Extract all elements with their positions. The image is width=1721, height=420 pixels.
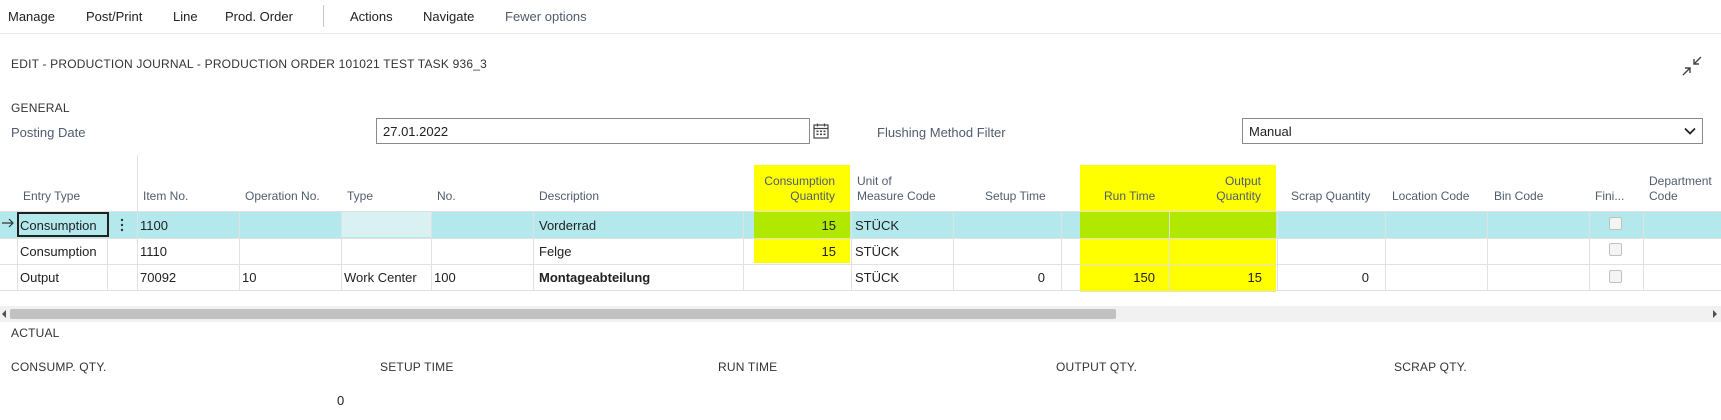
column-divider: [953, 212, 954, 290]
type-cell-shade: [342, 212, 432, 237]
cell-consumption-quantity[interactable]: 15: [760, 218, 836, 234]
flushing-method-filter-label: Flushing Method Filter: [877, 125, 1006, 140]
action-bar: Manage Post/Print Line Prod. Order Actio…: [0, 0, 1721, 34]
menu-post-print[interactable]: Post/Print: [86, 9, 142, 24]
output-qty-label: OUTPUT QTY.: [1056, 360, 1138, 374]
column-header-no[interactable]: No.: [437, 189, 456, 204]
scroll-right-icon[interactable]: [1711, 310, 1719, 318]
scroll-left-icon[interactable]: [0, 310, 8, 318]
cell-item-no[interactable]: 1110: [140, 244, 167, 260]
column-header-setup-time[interactable]: Setup Time: [985, 189, 1046, 204]
general-caption: GENERAL: [11, 101, 70, 115]
scrollbar-thumb[interactable]: [10, 309, 1116, 319]
flushing-method-filter-select[interactable]: [1242, 118, 1703, 144]
actual-caption: ACTUAL: [11, 326, 60, 340]
cell-unit-of-measure[interactable]: STÜCK: [855, 270, 899, 286]
menu-actions[interactable]: Actions: [350, 9, 393, 24]
cell-description[interactable]: Felge: [539, 244, 572, 260]
run-time-label: RUN TIME: [718, 360, 778, 374]
column-header-output-quantity[interactable]: Output Quantity: [1180, 174, 1261, 204]
column-header-run-time[interactable]: Run Time: [1104, 189, 1155, 204]
column-header-consumption-quantity-line2: Quantity: [790, 189, 835, 203]
column-header-finished[interactable]: Fini...: [1595, 189, 1624, 204]
column-divider: [239, 212, 240, 290]
cell-scrap-quantity[interactable]: 0: [1280, 270, 1369, 286]
column-divider: [341, 212, 342, 290]
column-divider: [533, 212, 534, 290]
setup-time-label: SETUP TIME: [380, 360, 454, 374]
page-title: EDIT - PRODUCTION JOURNAL - PRODUCTION O…: [11, 57, 487, 71]
menu-prod-order[interactable]: Prod. Order: [225, 9, 293, 24]
cell-description[interactable]: Vorderrad: [539, 218, 596, 234]
scrap-qty-label: SCRAP QTY.: [1394, 360, 1467, 374]
column-divider: [1385, 212, 1386, 290]
column-header-bin-code[interactable]: Bin Code: [1494, 189, 1543, 204]
column-divider: [1061, 212, 1062, 290]
column-header-department-code[interactable]: Department Code: [1649, 174, 1712, 204]
column-header-department-code-line2: Code: [1649, 189, 1678, 203]
column-header-department-code-line1: Department: [1649, 174, 1712, 188]
column-divider: [1169, 212, 1170, 290]
cell-entry-type[interactable]: Consumption: [20, 218, 97, 234]
column-header-output-quantity-line1: Output: [1224, 174, 1261, 188]
finished-checkbox[interactable]: [1609, 270, 1622, 283]
column-header-consumption-quantity[interactable]: Consumption Quantity: [760, 174, 835, 204]
posting-date-input[interactable]: [376, 118, 810, 144]
column-header-scrap-quantity[interactable]: Scrap Quantity: [1291, 189, 1370, 204]
column-header-type[interactable]: Type: [347, 189, 373, 204]
column-header-unit-of-measure-line1: Unit of: [857, 174, 892, 188]
column-divider: [743, 212, 744, 290]
finished-checkbox[interactable]: [1609, 217, 1622, 230]
menu-navigate[interactable]: Navigate: [423, 9, 474, 24]
posting-date-label: Posting Date: [11, 125, 86, 140]
cell-type[interactable]: Work Center: [344, 270, 417, 286]
row-arrow-icon: [2, 218, 14, 228]
column-header-output-quantity-line2: Quantity: [1216, 189, 1261, 203]
cell-operation-no[interactable]: 10: [242, 270, 256, 286]
collapse-icon[interactable]: [1680, 54, 1704, 78]
column-header-operation-no[interactable]: Operation No.: [245, 189, 320, 204]
cell-consumption-quantity[interactable]: 15: [760, 244, 836, 260]
cell-no[interactable]: 100: [434, 270, 456, 286]
row-divider: [0, 211, 1721, 212]
column-header-item-no[interactable]: Item No.: [143, 189, 188, 204]
row-divider: [0, 238, 1721, 239]
cell-entry-type[interactable]: Output: [20, 270, 59, 286]
cell-description[interactable]: Montageabteilung: [539, 270, 650, 286]
cell-setup-time[interactable]: 0: [960, 270, 1045, 286]
run-output-highlight-selected: [1080, 212, 1276, 238]
column-header-entry-type[interactable]: Entry Type: [23, 189, 80, 204]
cell-output-quantity[interactable]: 15: [1180, 270, 1262, 286]
column-header-unit-of-measure[interactable]: Unit of Measure Code: [857, 174, 936, 204]
column-header-unit-of-measure-line2: Measure Code: [857, 189, 936, 203]
row-menu-icon[interactable]: [120, 218, 124, 232]
consump-qty-label: CONSUMP. QTY.: [11, 360, 107, 374]
calendar-icon[interactable]: [812, 122, 830, 140]
column-header-description[interactable]: Description: [539, 189, 599, 204]
column-header-consumption-quantity-line1: Consumption: [764, 174, 835, 188]
cell-item-no[interactable]: 1100: [140, 218, 168, 234]
column-divider: [851, 212, 852, 290]
cell-entry-type[interactable]: Consumption: [20, 244, 97, 260]
column-divider: [1589, 212, 1590, 290]
cell-unit-of-measure[interactable]: STÜCK: [855, 244, 899, 260]
fewer-options-button[interactable]: Fewer options: [505, 9, 587, 24]
menu-line[interactable]: Line: [173, 9, 198, 24]
cell-item-no[interactable]: 70092: [140, 270, 176, 286]
consump-qty-value[interactable]: 0: [337, 393, 344, 408]
row-divider: [0, 290, 1721, 291]
cell-run-time[interactable]: 150: [1080, 270, 1155, 286]
action-bar-divider: [323, 5, 324, 27]
finished-checkbox[interactable]: [1609, 243, 1622, 256]
column-divider: [1277, 212, 1278, 290]
column-divider: [431, 212, 432, 290]
column-divider: [1643, 212, 1644, 290]
column-header-location-code[interactable]: Location Code: [1392, 189, 1469, 204]
menu-manage[interactable]: Manage: [8, 9, 55, 24]
column-divider: [137, 155, 138, 290]
row-divider: [0, 264, 1721, 265]
cell-unit-of-measure[interactable]: STÜCK: [855, 218, 899, 234]
column-divider: [1487, 212, 1488, 290]
